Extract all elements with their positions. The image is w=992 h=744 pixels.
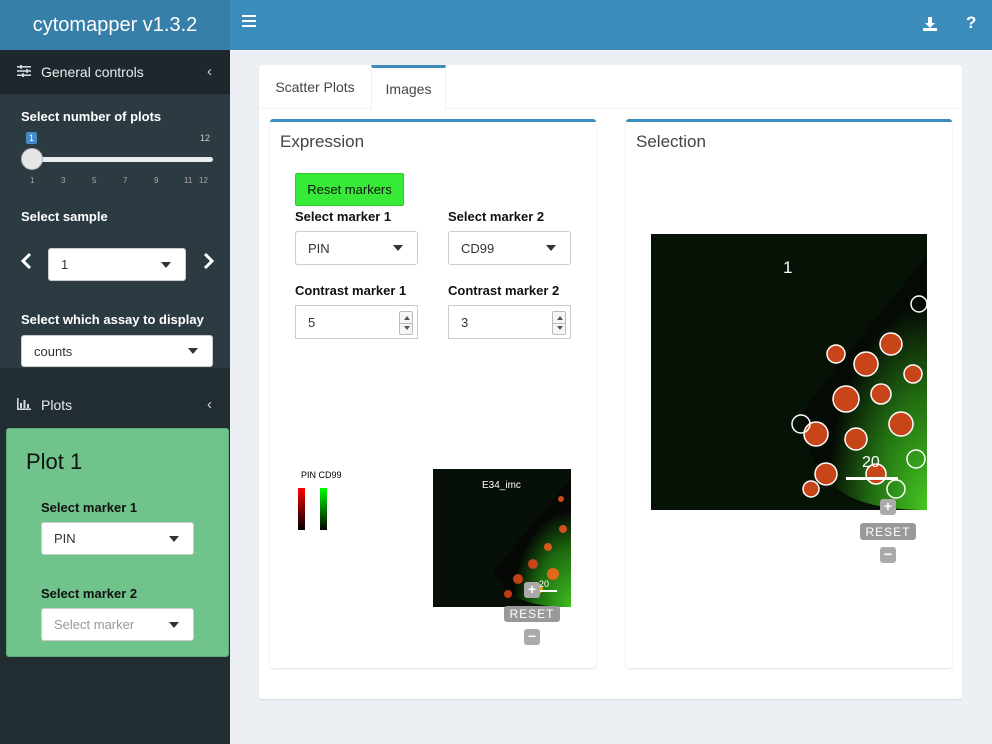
sample-select-value: 1 — [61, 257, 69, 272]
sample-select[interactable]: 1 — [48, 248, 186, 281]
top-navbar: ? — [230, 0, 992, 50]
expression-image-title: E34_imc — [482, 480, 521, 491]
slider-tick: 3 — [61, 176, 66, 185]
sample-label: Select sample — [21, 209, 108, 224]
slider-tick: 9 — [154, 176, 159, 185]
selection-scale-label: 20 — [862, 454, 880, 471]
plot-marker2-placeholder: Select marker — [54, 617, 135, 632]
marker1-value: PIN — [308, 240, 330, 256]
selection-image-label: 1 — [783, 258, 793, 277]
marker1-label: Select marker 1 — [295, 209, 392, 224]
marker2-select[interactable]: CD99 — [448, 231, 571, 265]
num-plots-slider-handle[interactable] — [21, 148, 43, 170]
hamburger-menu-icon[interactable] — [242, 15, 256, 27]
zoom-out-icon[interactable]: − — [524, 629, 540, 645]
caret-down-icon — [188, 348, 198, 354]
marker1-select[interactable]: PIN — [295, 231, 418, 265]
selection-title: Selection — [636, 132, 706, 151]
plot-title: Plot 1 — [26, 449, 83, 474]
expression-scale-label: 20 — [539, 579, 550, 589]
app-logo[interactable]: cytomapper v1.3.2 — [0, 0, 230, 50]
plots-label: Plots — [41, 397, 73, 413]
cd99-colorbar — [320, 488, 327, 530]
contrast1-value: 5 — [308, 314, 316, 330]
plot-marker2-select[interactable]: Select marker — [41, 608, 194, 641]
contrast2-label: Contrast marker 2 — [448, 283, 560, 298]
slider-tick: 5 — [92, 176, 97, 185]
bar-chart-icon — [17, 397, 33, 413]
caret-down-icon — [546, 245, 556, 251]
num-plots-slider-track[interactable] — [31, 157, 213, 162]
legend-title: PIN CD99 — [301, 470, 342, 480]
caret-down-icon — [169, 535, 179, 542]
slider-tick: 7 — [123, 176, 128, 185]
marker2-value: CD99 — [461, 240, 495, 256]
expression-reset-button[interactable]: RESET — [504, 606, 560, 622]
plot-marker1-label: Select marker 1 — [41, 500, 138, 515]
general-controls-label: General controls — [41, 64, 144, 80]
assay-label: Select which assay to display — [21, 312, 204, 327]
assay-select[interactable]: counts — [21, 335, 213, 367]
slider-tick: 12 — [199, 176, 208, 185]
chevron-left-icon: ‹ — [207, 63, 212, 80]
zoom-in-icon[interactable]: + — [524, 582, 540, 598]
caret-down-icon — [161, 261, 171, 268]
assay-select-value: counts — [34, 343, 73, 359]
caret-down-icon — [393, 245, 403, 251]
zoom-in-icon[interactable]: + — [880, 499, 896, 515]
download-icon[interactable] — [922, 16, 938, 32]
next-sample-icon[interactable] — [202, 250, 216, 276]
plots-toggle[interactable]: Plots ‹ — [0, 383, 230, 427]
contrast2-value: 3 — [461, 314, 469, 330]
plot-marker1-select[interactable]: PIN — [41, 522, 194, 555]
contrast2-input[interactable]: 3 — [448, 305, 571, 339]
selection-reset-button[interactable]: RESET — [860, 523, 916, 540]
tab-images[interactable]: Images — [371, 65, 446, 110]
sliders-icon — [17, 64, 33, 80]
slider-tick: 1 — [30, 176, 35, 185]
slider-tick: 11 — [184, 176, 193, 185]
tab-scatter-plots[interactable]: Scatter Plots — [259, 65, 371, 109]
reset-markers-button[interactable]: Reset markers — [295, 173, 404, 206]
plot-1-box: Plot 1 Select marker 1 PIN Select marker… — [6, 428, 229, 657]
prev-sample-icon[interactable] — [19, 250, 33, 276]
num-plots-label: Select number of plots — [21, 109, 162, 124]
chevron-left-icon: ‹ — [207, 396, 212, 413]
caret-down-icon — [169, 621, 179, 628]
plot-marker1-value: PIN — [54, 531, 76, 546]
general-controls-toggle[interactable]: General controls ‹ — [0, 50, 230, 94]
contrast1-label: Contrast marker 1 — [295, 283, 407, 298]
slider-max-label: 12 — [200, 133, 211, 143]
tab-bar: Scatter Plots Images — [259, 65, 962, 110]
contrast1-stepper[interactable] — [399, 311, 413, 335]
plot-marker2-label: Select marker 2 — [41, 586, 138, 601]
app-title: cytomapper v1.3.2 — [32, 13, 198, 36]
expression-title: Expression — [280, 132, 365, 151]
pin-colorbar — [298, 488, 305, 530]
expression-scale-bar — [537, 590, 557, 592]
marker2-label: Select marker 2 — [448, 209, 545, 224]
help-icon[interactable]: ? — [966, 13, 976, 33]
contrast1-input[interactable]: 5 — [295, 305, 418, 339]
selection-scale-bar — [846, 477, 898, 480]
contrast2-stepper[interactable] — [552, 311, 566, 335]
zoom-out-icon[interactable]: − — [880, 547, 896, 563]
slider-value-badge: 1 — [26, 132, 38, 144]
